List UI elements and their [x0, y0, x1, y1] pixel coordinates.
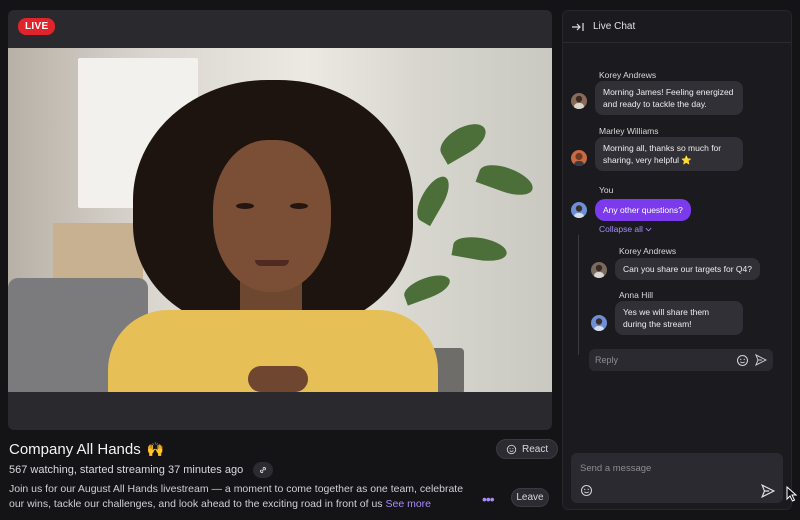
raised-hands-emoji: 🙌 — [146, 441, 165, 457]
message-sender: Korey Andrews — [599, 70, 657, 80]
reply-placeholder: Reply — [595, 355, 619, 365]
message-bubble: Morning all, thanks so much for sharing,… — [595, 137, 743, 171]
emoji-icon[interactable] — [580, 484, 593, 497]
collapse-all-label: Collapse all — [599, 224, 643, 234]
send-placeholder: Send a message — [580, 463, 652, 474]
see-more-link[interactable]: See more — [385, 498, 431, 510]
link-icon — [260, 467, 267, 473]
leave-button[interactable]: Leave — [511, 488, 549, 507]
thread-bubble: Yes we will share them during the stream… — [615, 301, 743, 335]
avatar — [571, 150, 587, 166]
thread-sender: Korey Andrews — [619, 246, 677, 256]
copy-link-button[interactable] — [253, 462, 274, 478]
mouse-cursor-icon — [786, 486, 798, 502]
chat-header: Live Chat — [563, 11, 791, 43]
avatar — [591, 315, 607, 331]
react-label: React — [522, 443, 549, 455]
avatar — [591, 262, 607, 278]
message-bubble-own: Any other questions? — [595, 199, 691, 221]
video-stage: LIVE — [8, 10, 552, 430]
thread-sender: Anna Hill — [619, 290, 654, 300]
stream-title-row: Company All Hands 🙌 — [9, 441, 164, 458]
message-sender: You — [599, 185, 614, 195]
collapse-all-link[interactable]: Collapse all — [599, 224, 652, 234]
thread-bubble: Can you share our targets for Q4? — [615, 258, 760, 280]
stream-title: Company All Hands — [9, 441, 141, 458]
emoji-icon[interactable] — [736, 354, 749, 367]
add-reaction-icon — [506, 444, 517, 454]
stream-description: Join us for our August All Hands livestr… — [9, 482, 469, 512]
send-icon[interactable] — [755, 354, 767, 366]
video-feed[interactable] — [8, 48, 552, 392]
reply-input[interactable]: Reply — [589, 349, 773, 371]
message-bubble: Morning James! Feeling energized and rea… — [595, 81, 743, 115]
chat-title: Live Chat — [593, 21, 636, 32]
collapse-panel-icon[interactable] — [571, 22, 585, 32]
live-badge: LIVE — [18, 18, 56, 35]
react-button[interactable]: React — [496, 439, 559, 459]
stream-meta-row: 567 watching, started streaming 37 minut… — [9, 462, 274, 478]
send-message-input[interactable]: Send a message — [571, 453, 783, 503]
send-icon[interactable] — [761, 484, 775, 498]
thread-line — [578, 235, 579, 355]
message-sender: Marley Williams — [599, 126, 659, 136]
chevron-down-icon — [645, 227, 652, 232]
stream-meta: 567 watching, started streaming 37 minut… — [9, 464, 244, 476]
avatar — [571, 202, 587, 218]
avatar — [571, 93, 587, 109]
more-options-icon[interactable]: ••• — [482, 491, 495, 507]
live-chat-panel: Live Chat Korey Andrews Morning James! F… — [562, 10, 792, 510]
